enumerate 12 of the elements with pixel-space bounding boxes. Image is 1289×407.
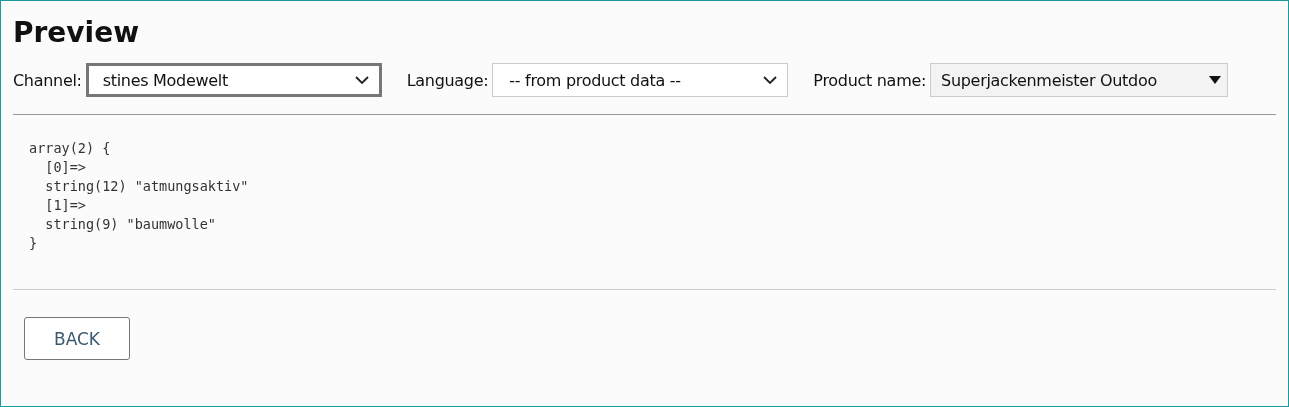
caret-down-icon bbox=[1209, 76, 1222, 84]
field-label: Language: bbox=[406, 70, 489, 90]
dropdown[interactable]: stines Modewelt bbox=[85, 63, 382, 97]
dropdown[interactable]: Superjackenmeister Outdoo bbox=[930, 63, 1229, 97]
code-output: array(2) { [0]=> string(12) "atmungsaktiv" [1]=> string(9) "baumwolle" } bbox=[13, 115, 1276, 290]
chevron-down-icon bbox=[763, 75, 778, 85]
chevron-down-icon bbox=[354, 75, 369, 85]
field-label: Channel: bbox=[13, 70, 82, 90]
page-title: Preview bbox=[13, 15, 141, 51]
dropdown[interactable]: -- from product data -- bbox=[492, 63, 789, 97]
back-button[interactable]: BACK bbox=[24, 317, 130, 360]
field-label: Product name: bbox=[813, 70, 927, 90]
